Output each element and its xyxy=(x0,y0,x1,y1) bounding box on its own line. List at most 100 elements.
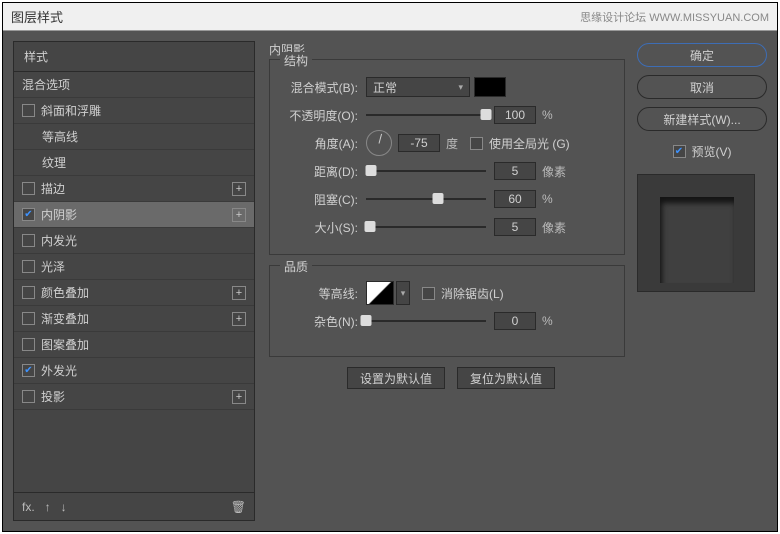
style-checkbox[interactable] xyxy=(22,234,35,247)
styles-header: 样式 xyxy=(14,42,254,72)
contour-swatch[interactable] xyxy=(366,281,394,305)
structure-group: 结构 混合模式(B): 正常 ▾ 不透明度(O): 100 % 角度(A) xyxy=(269,59,625,255)
style-label: 外发光 xyxy=(41,362,77,379)
add-effect-icon[interactable]: + xyxy=(232,312,246,326)
chevron-down-icon: ▾ xyxy=(458,82,463,93)
style-item-6[interactable]: 光泽 xyxy=(14,254,254,280)
opacity-slider[interactable] xyxy=(366,106,486,124)
style-item-3[interactable]: 描边 + xyxy=(14,176,254,202)
quality-legend: 品质 xyxy=(280,258,312,275)
settings-panel: 内阴影 结构 混合模式(B): 正常 ▾ 不透明度(O): 100 % xyxy=(263,41,629,521)
window-title: 图层样式 xyxy=(11,7,63,26)
style-item-0[interactable]: 斜面和浮雕 xyxy=(14,98,254,124)
blend-mode-label: 混合模式(B): xyxy=(282,79,358,96)
watermark: 思缘设计论坛 WWW.MISSYUAN.COM xyxy=(580,9,769,25)
styles-footer: fx. ↑ ↓ 🗑 xyxy=(14,492,254,520)
style-label: 纹理 xyxy=(42,154,66,171)
style-item-11[interactable]: 投影 + xyxy=(14,384,254,410)
preview-checkbox[interactable] xyxy=(673,145,686,158)
reset-default-button[interactable]: 复位为默认值 xyxy=(457,367,555,389)
style-checkbox[interactable] xyxy=(22,338,35,351)
preview-label: 预览(V) xyxy=(692,143,732,160)
style-item-4[interactable]: 内阴影 + xyxy=(14,202,254,228)
style-label: 图案叠加 xyxy=(41,336,89,353)
style-label: 描边 xyxy=(41,180,65,197)
opacity-input[interactable]: 100 xyxy=(494,106,536,124)
style-item-9[interactable]: 图案叠加 xyxy=(14,332,254,358)
blending-options-label: 混合选项 xyxy=(22,76,70,93)
new-style-button[interactable]: 新建样式(W)... xyxy=(637,107,767,131)
style-label: 光泽 xyxy=(41,258,65,275)
style-checkbox[interactable] xyxy=(22,286,35,299)
shadow-color-swatch[interactable] xyxy=(474,77,506,97)
antialias-checkbox[interactable] xyxy=(422,287,435,300)
choke-slider[interactable] xyxy=(366,190,486,208)
distance-input[interactable]: 5 xyxy=(494,162,536,180)
arrow-down-icon[interactable]: ↓ xyxy=(61,500,67,514)
fx-icon[interactable]: fx. xyxy=(22,500,35,514)
styles-panel: 样式 混合选项 斜面和浮雕等高线纹理描边 + 内阴影 + 内发光光泽颜色叠加 + 渐变叠加 +… xyxy=(13,41,255,521)
add-effect-icon[interactable]: + xyxy=(232,208,246,222)
size-slider[interactable] xyxy=(366,218,486,236)
contour-label: 等高线: xyxy=(282,285,358,302)
add-effect-icon[interactable]: + xyxy=(232,182,246,196)
noise-label: 杂色(N): xyxy=(282,313,358,330)
blending-options-item[interactable]: 混合选项 xyxy=(14,72,254,98)
style-checkbox[interactable] xyxy=(22,260,35,273)
style-item-10[interactable]: 外发光 xyxy=(14,358,254,384)
style-label: 内发光 xyxy=(41,232,77,249)
style-checkbox[interactable] xyxy=(22,208,35,221)
chevron-down-icon: ▾ xyxy=(401,288,406,299)
distance-slider[interactable] xyxy=(366,162,486,180)
noise-input[interactable]: 0 xyxy=(494,312,536,330)
style-label: 内阴影 xyxy=(41,206,77,223)
choke-input[interactable]: 60 xyxy=(494,190,536,208)
antialias-label: 消除锯齿(L) xyxy=(441,285,504,302)
titlebar: 图层样式 思缘设计论坛 WWW.MISSYUAN.COM xyxy=(3,3,777,31)
noise-slider[interactable] xyxy=(366,312,486,330)
angle-input[interactable]: -75 xyxy=(398,134,440,152)
make-default-button[interactable]: 设置为默认值 xyxy=(347,367,445,389)
structure-legend: 结构 xyxy=(280,52,312,69)
size-unit: 像素 xyxy=(542,219,566,236)
style-item-2[interactable]: 纹理 xyxy=(14,150,254,176)
arrow-up-icon[interactable]: ↑ xyxy=(45,500,51,514)
global-light-label: 使用全局光 (G) xyxy=(489,135,570,152)
contour-dropdown[interactable]: ▾ xyxy=(396,281,410,305)
style-label: 颜色叠加 xyxy=(41,284,89,301)
action-panel: 确定 取消 新建样式(W)... 预览(V) xyxy=(637,41,767,521)
style-label: 斜面和浮雕 xyxy=(41,102,101,119)
noise-unit: % xyxy=(542,314,553,328)
style-checkbox[interactable] xyxy=(22,364,35,377)
layer-style-dialog: 图层样式 思缘设计论坛 WWW.MISSYUAN.COM 样式 混合选项 斜面和… xyxy=(2,2,778,532)
opacity-unit: % xyxy=(542,108,553,122)
angle-label: 角度(A): xyxy=(282,135,358,152)
cancel-button[interactable]: 取消 xyxy=(637,75,767,99)
trash-icon[interactable]: 🗑 xyxy=(231,500,246,514)
style-checkbox[interactable] xyxy=(22,182,35,195)
style-checkbox[interactable] xyxy=(22,104,35,117)
style-item-8[interactable]: 渐变叠加 + xyxy=(14,306,254,332)
style-item-5[interactable]: 内发光 xyxy=(14,228,254,254)
distance-unit: 像素 xyxy=(542,163,566,180)
style-item-1[interactable]: 等高线 xyxy=(14,124,254,150)
choke-label: 阻塞(C): xyxy=(282,191,358,208)
size-input[interactable]: 5 xyxy=(494,218,536,236)
opacity-label: 不透明度(O): xyxy=(282,107,358,124)
style-checkbox[interactable] xyxy=(22,390,35,403)
add-effect-icon[interactable]: + xyxy=(232,286,246,300)
choke-unit: % xyxy=(542,192,553,206)
angle-dial[interactable] xyxy=(366,130,392,156)
quality-group: 品质 等高线: ▾ 消除锯齿(L) 杂色(N): 0 % xyxy=(269,265,625,357)
style-label: 渐变叠加 xyxy=(41,310,89,327)
style-label: 投影 xyxy=(41,388,65,405)
size-label: 大小(S): xyxy=(282,219,358,236)
style-label: 等高线 xyxy=(42,128,78,145)
ok-button[interactable]: 确定 xyxy=(637,43,767,67)
style-checkbox[interactable] xyxy=(22,312,35,325)
global-light-checkbox[interactable] xyxy=(470,137,483,150)
preview-thumbnail xyxy=(637,174,755,292)
add-effect-icon[interactable]: + xyxy=(232,390,246,404)
blend-mode-select[interactable]: 正常 ▾ xyxy=(366,77,470,97)
style-item-7[interactable]: 颜色叠加 + xyxy=(14,280,254,306)
